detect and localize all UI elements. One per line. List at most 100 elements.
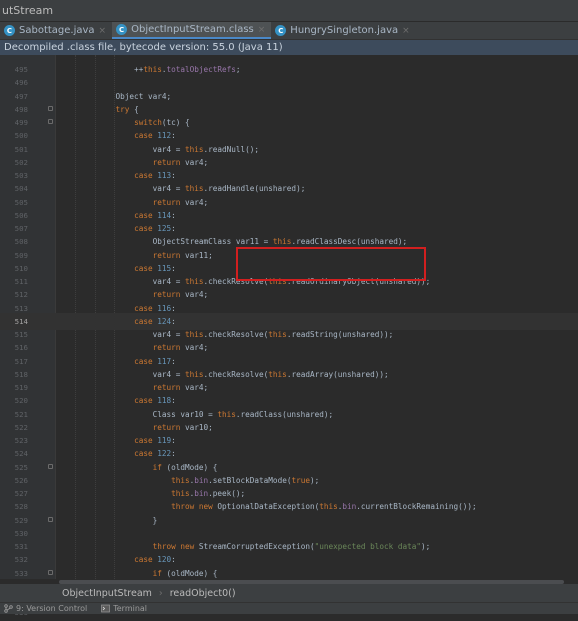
code-token: case [134,316,158,326]
code-token: if [152,568,162,578]
code-token: var11; [184,250,213,260]
fold-marker-icon[interactable] [48,516,53,522]
editor-tab[interactable]: C Sabottage.java × [0,22,112,39]
code-token: this [184,144,204,154]
code-token: this [268,369,287,379]
code-token: var4 = [152,184,185,194]
code-token: case [134,555,158,565]
code-token: return [152,343,185,353]
code-token: this [143,65,162,74]
version-control-label: 9: Version Control [16,604,88,613]
code-token: : [171,316,176,326]
code-token: .setBlockDataMode( [208,475,292,485]
editor-tab-label: HungrySingleton.java [290,25,399,36]
code-editor[interactable]: 495 ++this.totalObjectRefs; 496 497 Object… [0,55,578,617]
breadcrumb-item-class[interactable]: ObjectInputStream [62,588,152,599]
code-token: bin [342,502,357,512]
window-title-bar: utStream [0,0,578,22]
version-control-tool-button[interactable]: 9: Version Control [4,604,87,613]
code-token: .readArray(unshared)); [286,369,389,379]
code-token: var4; [184,157,209,167]
tool-window-bar: 9: Version Control Terminal [0,602,578,614]
code-token: case [134,436,158,445]
code-token: return [152,197,185,207]
code-token: : [171,131,176,141]
class-file-icon: C [4,25,15,36]
editor-tab[interactable]: C ObjectInputStream.class × [112,22,272,39]
code-token: { [129,104,139,114]
code-token: this [184,330,204,339]
code-token: case [134,449,158,459]
code-token: this [272,237,292,247]
code-token: 116 [157,303,172,313]
editor-tab-bar: C Sabottage.java × C ObjectInputStream.class… [0,22,578,40]
breadcrumb-item-method[interactable]: readObject0() [170,588,236,599]
fold-marker-icon[interactable] [48,105,53,111]
code-token: bin [194,475,209,485]
code-token: var10; [184,422,213,432]
code-token: return [152,383,185,392]
code-token: totalObjectRefs [166,65,236,74]
code-token: .peek(); [208,489,246,498]
code-token: ++ [134,65,144,74]
code-token: (oldMode) { [161,568,218,578]
close-icon[interactable]: × [99,26,107,36]
fold-marker-icon[interactable] [48,569,53,575]
code-token: OptionalDataException( [217,502,320,512]
code-token: 119 [157,436,172,445]
code-token: : [171,356,176,366]
code-token: case [134,224,158,233]
code-token: var4 = [152,144,185,154]
fold-marker-icon[interactable] [48,463,53,469]
code-token: .readHandle(unshared); [203,184,306,194]
code-token: 114 [157,210,172,220]
code-token: case [134,210,158,220]
code-token: Class var10 = [152,409,218,419]
code-token: 112 [157,131,172,141]
code-token: : [171,303,176,313]
code-token: .checkResolve( [203,330,269,339]
code-token: StreamCorruptedException( [198,542,315,551]
code-token: 118 [157,396,172,406]
editor-tab-label: Sabottage.java [19,25,95,36]
terminal-label: Terminal [113,604,148,613]
editor-tab-label: ObjectInputStream.class [131,24,254,35]
code-token: this [184,369,204,379]
decompiled-notice-text: Decompiled .class file, bytecode version… [4,42,283,53]
breadcrumb-separator: › [158,587,163,599]
close-icon[interactable]: × [402,26,410,36]
version-control-icon [4,604,13,613]
code-token: 120 [157,555,172,565]
code-token: 122 [157,449,172,459]
code-token: try [115,104,130,114]
code-token: var4; [184,197,209,207]
editor-tab[interactable]: C HungrySingleton.java × [271,22,415,39]
terminal-tool-button[interactable]: Terminal [101,604,147,613]
close-icon[interactable]: × [258,25,266,35]
code-token: .currentBlockRemaining()); [356,502,477,512]
code-token: ; [235,65,241,74]
code-token: 124 [157,316,172,326]
fold-marker-icon[interactable] [48,119,53,124]
code-token: this [184,184,204,194]
